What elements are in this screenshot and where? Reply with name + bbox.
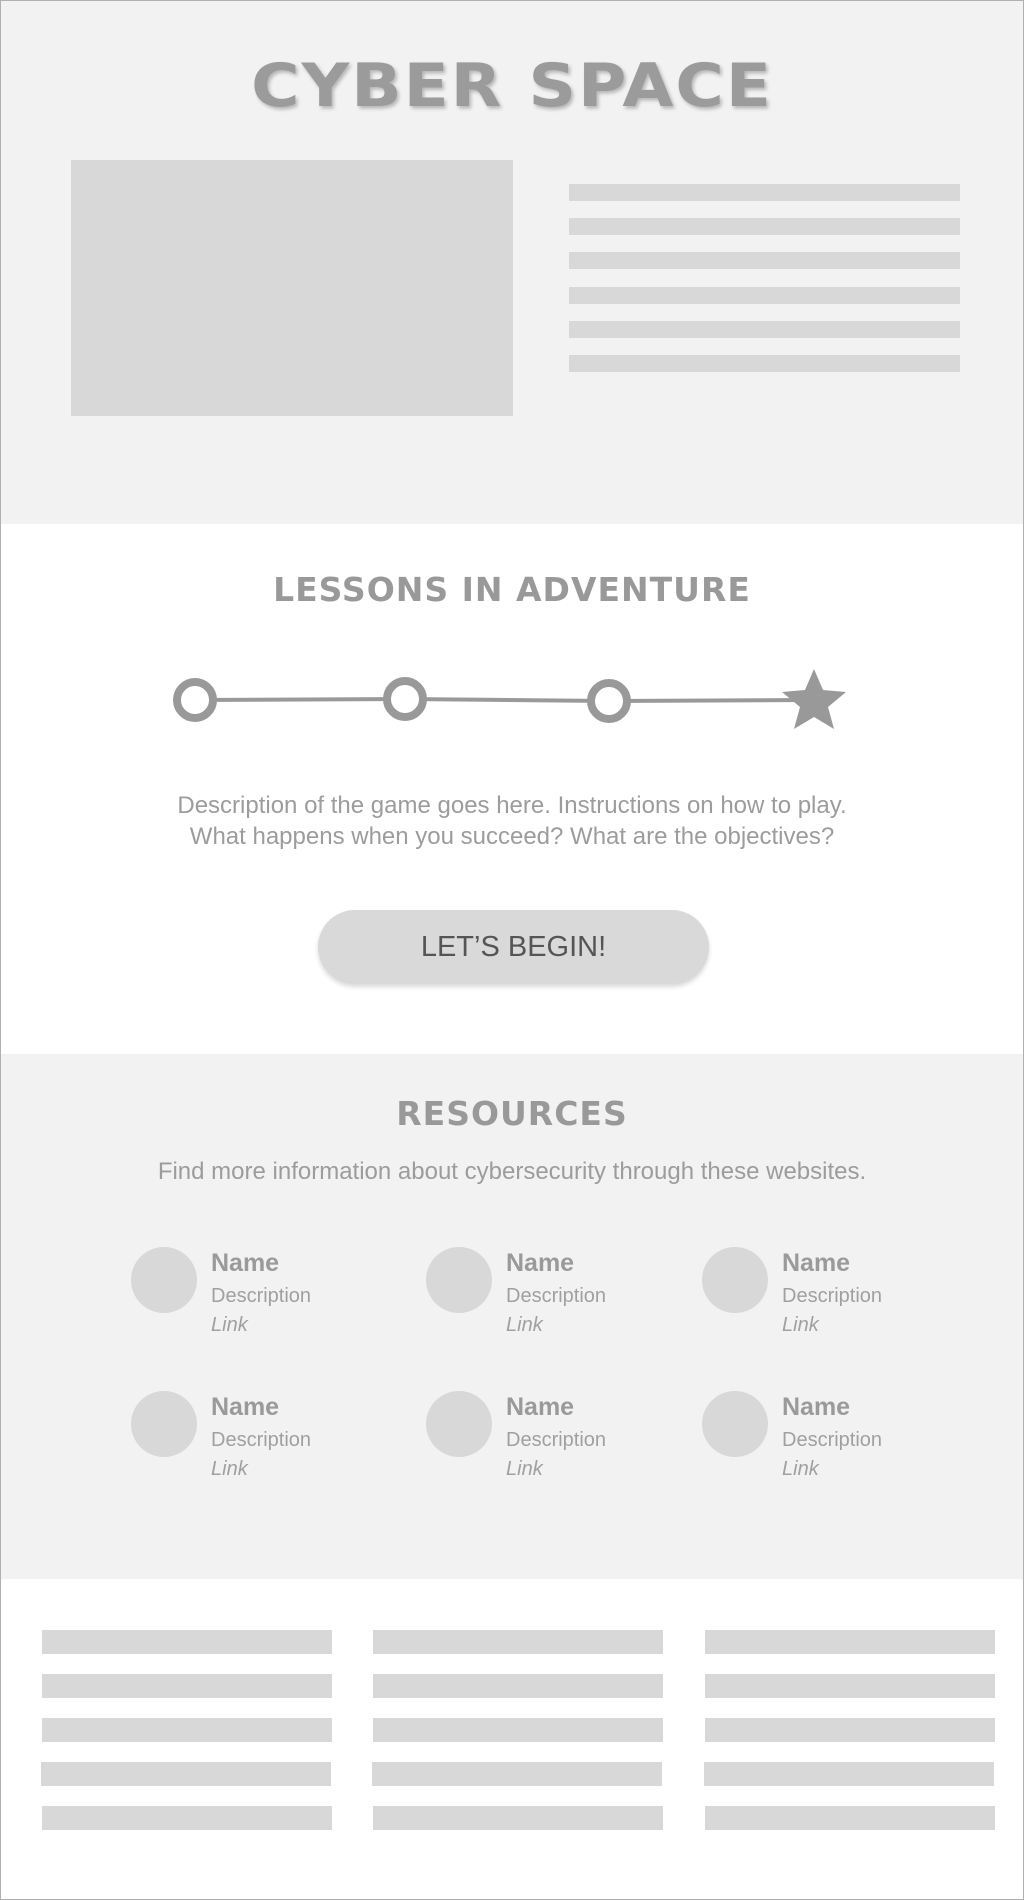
page: CYBER SPACE LESSONS IN ADVENTURE Descrip… xyxy=(0,0,1024,1900)
site-title: CYBER SPACE xyxy=(251,50,773,121)
progress-connector xyxy=(404,697,610,703)
game-description-line-2: What happens when you succeed? What are … xyxy=(189,823,835,850)
hero-text-placeholder-line xyxy=(569,184,960,201)
resource-description: Description xyxy=(782,1429,883,1451)
resource-item: Name Description Link xyxy=(131,1247,391,1357)
lets-begin-button[interactable]: LET’S BEGIN! xyxy=(318,910,709,984)
resource-avatar xyxy=(702,1391,768,1457)
footer-link-placeholder[interactable] xyxy=(373,1718,663,1742)
footer-link-placeholder[interactable] xyxy=(42,1674,332,1698)
goal-star-icon[interactable] xyxy=(782,669,846,729)
resource-link[interactable]: Link xyxy=(782,1458,819,1481)
footer-link-placeholder[interactable] xyxy=(42,1806,332,1830)
resource-link[interactable]: Link xyxy=(782,1314,819,1337)
footer-link-placeholder[interactable] xyxy=(705,1718,995,1742)
resource-item: Name Description Link xyxy=(131,1391,391,1501)
footer-link-placeholder[interactable] xyxy=(372,1762,662,1786)
resource-avatar xyxy=(702,1247,768,1313)
resource-name: Name xyxy=(506,1393,575,1421)
resource-name: Name xyxy=(211,1249,280,1277)
hero-text-placeholder-line xyxy=(569,218,960,235)
resource-avatar xyxy=(426,1247,492,1313)
resource-name: Name xyxy=(782,1249,851,1277)
resource-name: Name xyxy=(782,1393,851,1421)
step-2-circle-icon[interactable] xyxy=(383,677,427,721)
resource-link[interactable]: Link xyxy=(506,1458,543,1481)
step-3-circle-icon[interactable] xyxy=(587,679,631,723)
resource-description: Description xyxy=(506,1429,607,1451)
footer-link-placeholder[interactable] xyxy=(705,1806,995,1830)
footer-link-placeholder[interactable] xyxy=(42,1630,332,1654)
footer-link-placeholder[interactable] xyxy=(704,1762,994,1786)
resources-title: RESOURCES xyxy=(396,1094,628,1133)
resource-avatar xyxy=(426,1391,492,1457)
hero-text-placeholder-line xyxy=(569,321,960,338)
resource-link[interactable]: Link xyxy=(211,1458,248,1481)
hero-text-placeholder-line xyxy=(569,252,960,269)
footer-link-placeholder[interactable] xyxy=(373,1630,663,1654)
resource-avatar xyxy=(131,1247,197,1313)
resource-name: Name xyxy=(211,1393,280,1421)
hero-image-placeholder xyxy=(71,160,513,416)
resource-item: Name Description Link xyxy=(426,1247,686,1357)
resource-description: Description xyxy=(211,1285,312,1307)
resource-description: Description xyxy=(506,1285,607,1307)
footer-link-placeholder[interactable] xyxy=(373,1806,663,1830)
resources-section: RESOURCES Find more information about cy… xyxy=(1,1054,1023,1579)
footer xyxy=(1,1579,1023,1899)
resource-link[interactable]: Link xyxy=(211,1314,248,1337)
footer-link-placeholder[interactable] xyxy=(42,1718,332,1742)
footer-link-placeholder[interactable] xyxy=(41,1762,331,1786)
resource-item: Name Description Link xyxy=(702,1247,962,1357)
lessons-section: LESSONS IN ADVENTURE Description of the … xyxy=(1,524,1023,1054)
hero-text-placeholder-line xyxy=(569,355,960,372)
resource-description: Description xyxy=(782,1285,883,1307)
footer-link-placeholder[interactable] xyxy=(705,1674,995,1698)
footer-link-placeholder[interactable] xyxy=(373,1674,663,1698)
hero-text-placeholder-line xyxy=(569,287,960,304)
hero-section: CYBER SPACE xyxy=(1,1,1023,524)
resource-link[interactable]: Link xyxy=(506,1314,543,1337)
resource-description: Description xyxy=(211,1429,312,1451)
step-1-circle-icon[interactable] xyxy=(173,678,217,722)
footer-link-placeholder[interactable] xyxy=(705,1630,995,1654)
resources-subtitle: Find more information about cybersecurit… xyxy=(157,1158,867,1185)
game-description-line-1: Description of the game goes here. Instr… xyxy=(177,792,847,819)
resource-name: Name xyxy=(506,1249,575,1277)
resource-item: Name Description Link xyxy=(702,1391,962,1501)
progress-connector xyxy=(608,698,814,703)
resource-avatar xyxy=(131,1391,197,1457)
resource-item: Name Description Link xyxy=(426,1391,686,1501)
progress-connector xyxy=(194,697,406,702)
game-description: Description of the game goes here. Instr… xyxy=(111,790,913,852)
